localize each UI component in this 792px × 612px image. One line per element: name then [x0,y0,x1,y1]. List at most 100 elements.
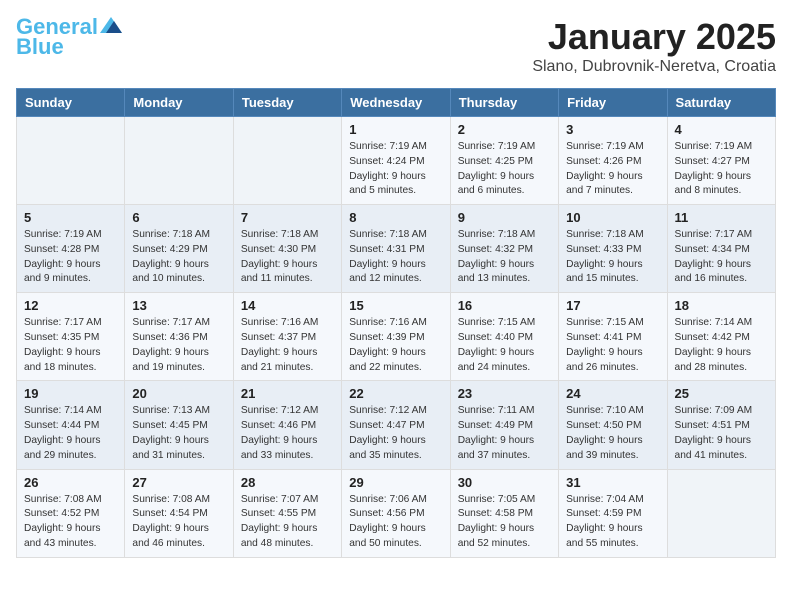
calendar-week-4: 19 Sunrise: 7:14 AM Sunset: 4:44 PM Dayli… [17,381,776,469]
day-info: Sunrise: 7:19 AM Sunset: 4:26 PM Dayligh… [566,140,659,199]
calendar-cell: 31 Sunrise: 7:04 AM Sunset: 4:59 PM Dayli… [559,469,667,557]
month-title: January 2025 [532,16,776,58]
weekday-header-sunday: Sunday [17,89,125,117]
day-number: 3 [566,122,659,137]
day-number: 11 [675,210,768,225]
day-info: Sunrise: 7:12 AM Sunset: 4:46 PM Dayligh… [241,404,334,463]
day-info: Sunrise: 7:18 AM Sunset: 4:31 PM Dayligh… [349,228,442,287]
calendar-week-3: 12 Sunrise: 7:17 AM Sunset: 4:35 PM Dayli… [17,293,776,381]
calendar-table: SundayMondayTuesdayWednesdayThursdayFrid… [16,88,776,558]
weekday-header-wednesday: Wednesday [342,89,450,117]
day-info: Sunrise: 7:15 AM Sunset: 4:41 PM Dayligh… [566,316,659,375]
day-number: 31 [566,475,659,490]
day-info: Sunrise: 7:18 AM Sunset: 4:32 PM Dayligh… [458,228,551,287]
day-info: Sunrise: 7:13 AM Sunset: 4:45 PM Dayligh… [132,404,225,463]
logo: General Blue [16,16,122,58]
calendar-cell: 19 Sunrise: 7:14 AM Sunset: 4:44 PM Dayli… [17,381,125,469]
day-info: Sunrise: 7:12 AM Sunset: 4:47 PM Dayligh… [349,404,442,463]
calendar-cell: 27 Sunrise: 7:08 AM Sunset: 4:54 PM Dayli… [125,469,233,557]
day-info: Sunrise: 7:14 AM Sunset: 4:42 PM Dayligh… [675,316,768,375]
calendar-cell: 5 Sunrise: 7:19 AM Sunset: 4:28 PM Daylig… [17,205,125,293]
calendar-cell: 14Sunrise: 7:16 AM Sunset: 4:37 PM Dayli… [233,293,341,381]
day-info: Sunrise: 7:04 AM Sunset: 4:59 PM Dayligh… [566,493,659,552]
calendar-cell: 12 Sunrise: 7:17 AM Sunset: 4:35 PM Dayli… [17,293,125,381]
calendar-cell: 25 Sunrise: 7:09 AM Sunset: 4:51 PM Dayli… [667,381,775,469]
day-number: 1 [349,122,442,137]
day-number: 23 [458,386,551,401]
day-number: 21 [241,386,334,401]
day-info: Sunrise: 7:08 AM Sunset: 4:54 PM Dayligh… [132,493,225,552]
day-info: Sunrise: 7:06 AM Sunset: 4:56 PM Dayligh… [349,493,442,552]
day-number: 16 [458,298,551,313]
day-info: Sunrise: 7:19 AM Sunset: 4:28 PM Dayligh… [24,228,117,287]
weekday-header-saturday: Saturday [667,89,775,117]
weekday-row: SundayMondayTuesdayWednesdayThursdayFrid… [17,89,776,117]
weekday-header-monday: Monday [125,89,233,117]
day-number: 24 [566,386,659,401]
calendar-cell: 4 Sunrise: 7:19 AM Sunset: 4:27 PM Daylig… [667,117,775,205]
calendar-cell: 20 Sunrise: 7:13 AM Sunset: 4:45 PM Dayli… [125,381,233,469]
day-number: 17 [566,298,659,313]
calendar-cell: 29 Sunrise: 7:06 AM Sunset: 4:56 PM Dayli… [342,469,450,557]
day-number: 5 [24,210,117,225]
day-number: 6 [132,210,225,225]
day-number: 8 [349,210,442,225]
day-number: 4 [675,122,768,137]
day-number: 29 [349,475,442,490]
day-info: Sunrise: 7:19 AM Sunset: 4:25 PM Dayligh… [458,140,551,199]
calendar-cell: 26Sunrise: 7:08 AM Sunset: 4:52 PM Dayli… [17,469,125,557]
weekday-header-friday: Friday [559,89,667,117]
calendar-cell: 6 Sunrise: 7:18 AM Sunset: 4:29 PM Daylig… [125,205,233,293]
day-info: Sunrise: 7:09 AM Sunset: 4:51 PM Dayligh… [675,404,768,463]
calendar-cell: 22Sunrise: 7:12 AM Sunset: 4:47 PM Dayli… [342,381,450,469]
day-number: 15 [349,298,442,313]
calendar-cell: 7 Sunrise: 7:18 AM Sunset: 4:30 PM Daylig… [233,205,341,293]
calendar-cell [233,117,341,205]
day-info: Sunrise: 7:18 AM Sunset: 4:29 PM Dayligh… [132,228,225,287]
calendar-cell [17,117,125,205]
day-number: 7 [241,210,334,225]
day-number: 19 [24,386,117,401]
calendar-cell: 1 Sunrise: 7:19 AM Sunset: 4:24 PM Daylig… [342,117,450,205]
calendar-cell: 9 Sunrise: 7:18 AM Sunset: 4:32 PM Daylig… [450,205,558,293]
day-info: Sunrise: 7:19 AM Sunset: 4:27 PM Dayligh… [675,140,768,199]
day-info: Sunrise: 7:17 AM Sunset: 4:35 PM Dayligh… [24,316,117,375]
day-number: 2 [458,122,551,137]
weekday-header-thursday: Thursday [450,89,558,117]
day-info: Sunrise: 7:08 AM Sunset: 4:52 PM Dayligh… [24,493,117,552]
day-number: 20 [132,386,225,401]
calendar-cell: 17 Sunrise: 7:15 AM Sunset: 4:41 PM Dayli… [559,293,667,381]
day-number: 28 [241,475,334,490]
day-info: Sunrise: 7:11 AM Sunset: 4:49 PM Dayligh… [458,404,551,463]
calendar-cell: 28 Sunrise: 7:07 AM Sunset: 4:55 PM Dayli… [233,469,341,557]
calendar-cell: 11 Sunrise: 7:17 AM Sunset: 4:34 PM Dayli… [667,205,775,293]
calendar-cell: 30Sunrise: 7:05 AM Sunset: 4:58 PM Dayli… [450,469,558,557]
calendar-cell: 21 Sunrise: 7:12 AM Sunset: 4:46 PM Dayli… [233,381,341,469]
calendar-cell: 8 Sunrise: 7:18 AM Sunset: 4:31 PM Daylig… [342,205,450,293]
day-number: 27 [132,475,225,490]
day-info: Sunrise: 7:17 AM Sunset: 4:34 PM Dayligh… [675,228,768,287]
day-info: Sunrise: 7:18 AM Sunset: 4:30 PM Dayligh… [241,228,334,287]
location-title: Slano, Dubrovnik-Neretva, Croatia [532,58,776,76]
day-number: 13 [132,298,225,313]
logo-icon [100,17,122,33]
day-number: 9 [458,210,551,225]
calendar-cell: 18 Sunrise: 7:14 AM Sunset: 4:42 PM Dayli… [667,293,775,381]
calendar-cell: 3 Sunrise: 7:19 AM Sunset: 4:26 PM Daylig… [559,117,667,205]
calendar-cell: 2 Sunrise: 7:19 AM Sunset: 4:25 PM Daylig… [450,117,558,205]
calendar-cell: 15 Sunrise: 7:16 AM Sunset: 4:39 PM Dayli… [342,293,450,381]
day-info: Sunrise: 7:19 AM Sunset: 4:24 PM Dayligh… [349,140,442,199]
day-info: Sunrise: 7:05 AM Sunset: 4:58 PM Dayligh… [458,493,551,552]
calendar-cell: 13 Sunrise: 7:17 AM Sunset: 4:36 PM Dayli… [125,293,233,381]
day-number: 14 [241,298,334,313]
calendar-cell: 24Sunrise: 7:10 AM Sunset: 4:50 PM Dayli… [559,381,667,469]
day-number: 12 [24,298,117,313]
day-info: Sunrise: 7:17 AM Sunset: 4:36 PM Dayligh… [132,316,225,375]
day-number: 18 [675,298,768,313]
day-number: 25 [675,386,768,401]
day-info: Sunrise: 7:16 AM Sunset: 4:39 PM Dayligh… [349,316,442,375]
day-info: Sunrise: 7:07 AM Sunset: 4:55 PM Dayligh… [241,493,334,552]
calendar-week-5: 26Sunrise: 7:08 AM Sunset: 4:52 PM Dayli… [17,469,776,557]
weekday-header-tuesday: Tuesday [233,89,341,117]
day-info: Sunrise: 7:14 AM Sunset: 4:44 PM Dayligh… [24,404,117,463]
